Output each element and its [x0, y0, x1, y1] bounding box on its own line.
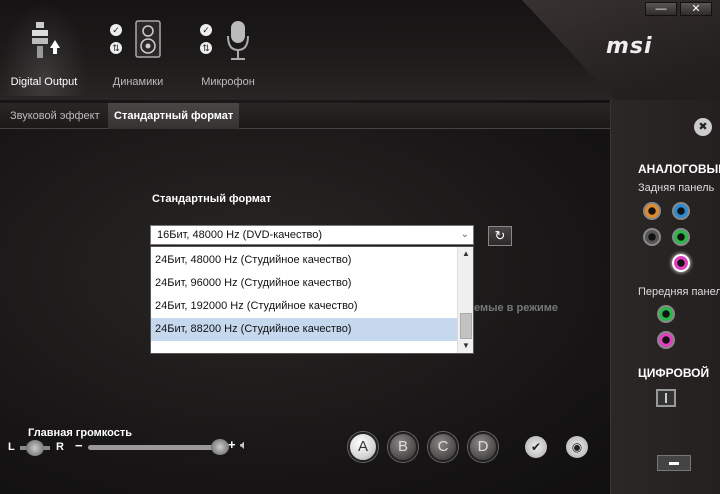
tab-default-format[interactable]: Стандартный формат [108, 103, 240, 129]
mic-info-icon[interactable]: ◉ [566, 436, 588, 458]
chevron-down-icon: ⌄ [460, 229, 469, 240]
refresh-icon: ↻ [494, 228, 506, 243]
volume-plus: + [228, 437, 236, 452]
minimize-button[interactable]: — [645, 2, 677, 16]
analog-title: АНАЛОГОВЫЙ [638, 162, 720, 176]
tab-digital-output[interactable]: Digital Output [0, 0, 88, 96]
preset-d-button[interactable]: D [468, 432, 498, 462]
tab-label: Микрофон [201, 76, 255, 88]
status-icon: ⇅ [200, 42, 212, 54]
preset-a-button[interactable]: A [348, 432, 378, 462]
microphone-icon [225, 20, 251, 67]
digital-title: ЦИФРОВОЙ [638, 366, 710, 380]
front-jack-pink[interactable] [657, 331, 675, 349]
front-jack-green[interactable] [657, 305, 675, 323]
tab-microphone[interactable]: ✓ ⇅ Микрофон [188, 0, 268, 96]
check-icon: ✓ [110, 24, 122, 36]
close-button[interactable]: ✕ [680, 2, 712, 16]
jack-black[interactable] [643, 228, 661, 246]
preset-b-button[interactable]: B [388, 432, 418, 462]
format-selected-value: 16Бит, 48000 Hz (DVD-качество) [157, 229, 323, 241]
speaker-icon [135, 20, 161, 63]
realtek-audio-window: — ✕ msi Digital Output ✓ ⇅ Динамики ✓ ⇅ … [0, 0, 720, 494]
sub-tab-bar: Звуковой эффект Стандартный формат [0, 103, 610, 129]
balance-knob[interactable] [26, 440, 44, 456]
format-title: Стандартный формат [152, 193, 272, 205]
format-option[interactable]: 24Бит, 88200 Hz (Студийное качество) [151, 318, 459, 341]
check-icon: ✓ [200, 24, 212, 36]
preset-c-button[interactable]: C [428, 432, 458, 462]
format-option[interactable]: 24Бит, 192000 Hz (Студийное качество) [151, 295, 459, 318]
tab-sound-effects[interactable]: Звуковой эффект [4, 103, 106, 129]
format-dropdown-list: 24Бит, 48000 Hz (Студийное качество) 24Б… [150, 246, 474, 354]
jack-orange[interactable] [643, 202, 661, 220]
reset-button[interactable]: ↻ [488, 226, 512, 246]
digital-plug-icon [24, 20, 64, 69]
front-panel-label: Передняя панель [638, 286, 720, 298]
tab-label: Digital Output [10, 76, 78, 88]
tab-speakers[interactable]: ✓ ⇅ Динамики [98, 0, 178, 96]
tab-label: Динамики [112, 76, 164, 88]
balance-left-label: L [8, 441, 15, 453]
scroll-thumb[interactable] [460, 313, 472, 339]
checkmark-icon[interactable]: ✔ [525, 436, 547, 458]
format-select[interactable]: 16Бит, 48000 Hz (DVD-качество) ⌄ [150, 225, 474, 245]
rear-panel-label: Задняя панель [638, 182, 715, 194]
jack-blue[interactable] [672, 202, 690, 220]
status-icon: ⇅ [110, 42, 122, 54]
digital-port-icon[interactable] [656, 389, 676, 407]
scroll-up-icon[interactable]: ▲ [458, 247, 474, 261]
dropdown-scrollbar[interactable]: ▲ ▼ [457, 247, 473, 353]
msi-logo: msi [606, 34, 653, 59]
balance-right-label: R [56, 441, 64, 453]
wrench-icon[interactable]: ✖ [694, 118, 712, 136]
volume-minus: − [75, 438, 83, 453]
volume-knob[interactable] [211, 439, 229, 455]
volume-slider[interactable] [88, 445, 218, 450]
settings-tool-button[interactable]: ▬ [657, 455, 691, 471]
partially-hidden-text: емые в режиме [474, 302, 559, 314]
scroll-down-icon[interactable]: ▼ [458, 339, 474, 353]
jack-pink[interactable] [672, 254, 690, 272]
jack-green[interactable] [672, 228, 690, 246]
speaker-volume-icon[interactable]: 🔈︎ [240, 437, 248, 453]
format-option[interactable]: 24Бит, 96000 Hz (Студийное качество) [151, 272, 459, 295]
wrench-tool-icon: ▬ [669, 457, 679, 468]
format-option[interactable]: 24Бит, 48000 Hz (Студийное качество) [151, 249, 459, 272]
